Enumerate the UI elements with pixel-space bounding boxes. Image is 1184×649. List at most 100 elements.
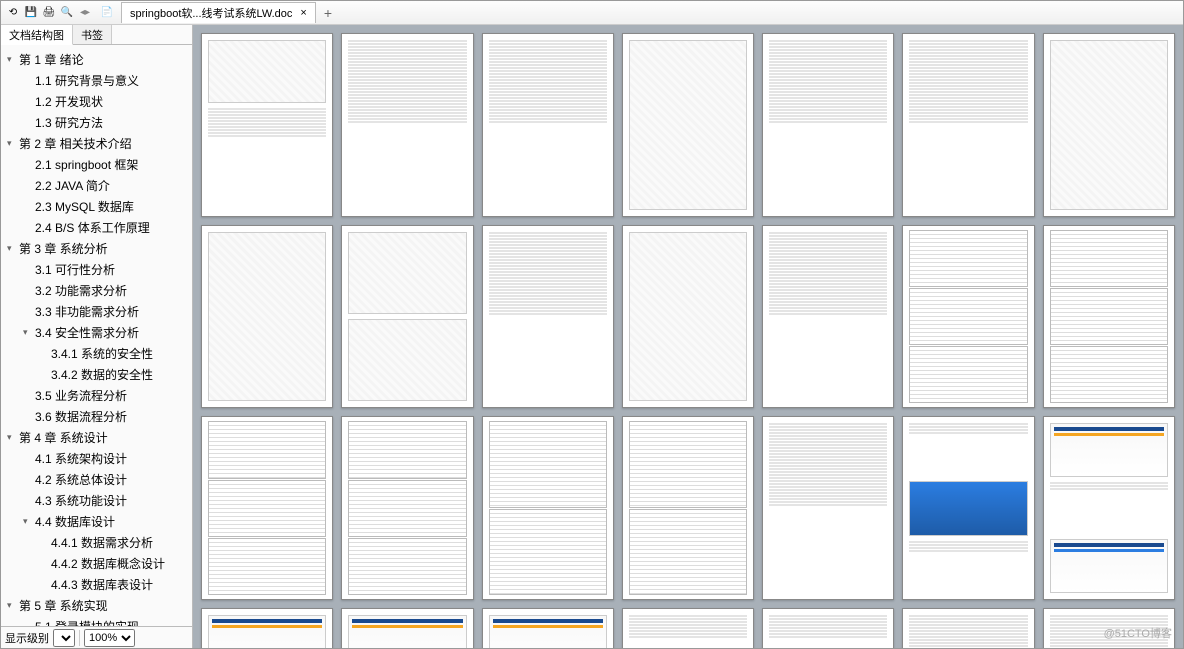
page-thumbnail[interactable]	[482, 608, 614, 648]
outline-item[interactable]: 4.1 系统架构设计	[3, 448, 190, 469]
outline-item[interactable]: 3.4.2 数据的安全性	[3, 364, 190, 385]
back-icon[interactable]: ⟲	[5, 5, 21, 21]
outline-item[interactable]: 3.4.1 系统的安全性	[3, 343, 190, 364]
outline-item[interactable]: 3.5 业务流程分析	[3, 385, 190, 406]
outline-item[interactable]: ▾3.4 安全性需求分析	[3, 322, 190, 343]
zoom-select[interactable]: 100%	[84, 629, 135, 647]
twisty-icon[interactable]: ▾	[23, 327, 33, 338]
outline-item[interactable]: ▾第 4 章 系统设计	[3, 427, 190, 448]
twisty-icon[interactable]: ▾	[7, 243, 17, 254]
outline-label: 4.4.1 数据需求分析	[51, 534, 153, 551]
twisty-icon[interactable]: ▾	[7, 54, 17, 65]
nav-icon[interactable]: ◂▸	[77, 5, 93, 21]
outline-item[interactable]: 1.3 研究方法	[3, 112, 190, 133]
outline-item[interactable]: 4.4.3 数据库表设计	[3, 574, 190, 595]
outline-label: 第 3 章 系统分析	[19, 240, 108, 257]
page-thumbnail[interactable]	[762, 416, 894, 600]
outline-label: 4.1 系统架构设计	[35, 450, 127, 467]
outline-item[interactable]: 4.4.1 数据需求分析	[3, 532, 190, 553]
level-select[interactable]	[53, 629, 75, 647]
outline-item[interactable]: ▾第 2 章 相关技术介绍	[3, 133, 190, 154]
page-thumbnail[interactable]	[902, 225, 1034, 409]
sidebar-tabs: 文档结构图 书签	[1, 25, 192, 45]
outline-item[interactable]: 4.4.2 数据库概念设计	[3, 553, 190, 574]
page-thumbnail[interactable]	[201, 33, 333, 217]
page-thumbnail[interactable]	[341, 416, 473, 600]
outline-item[interactable]: 3.1 可行性分析	[3, 259, 190, 280]
outline-item[interactable]: 4.2 系统总体设计	[3, 469, 190, 490]
thumbnail-view[interactable]	[193, 25, 1183, 648]
outline-item[interactable]: ▾第 1 章 绪论	[3, 49, 190, 70]
page-thumbnail[interactable]	[482, 225, 614, 409]
page-thumbnail[interactable]	[1043, 33, 1175, 217]
tab-outline[interactable]: 文档结构图	[1, 25, 73, 45]
page-thumbnail[interactable]	[341, 33, 473, 217]
page-thumbnail[interactable]	[201, 608, 333, 648]
outline-tree: ▾第 1 章 绪论1.1 研究背景与意义1.2 开发现状1.3 研究方法▾第 2…	[1, 45, 192, 626]
page-thumbnail[interactable]	[902, 608, 1034, 648]
outline-label: 2.1 springboot 框架	[35, 156, 138, 173]
outline-item[interactable]: 2.3 MySQL 数据库	[3, 196, 190, 217]
outline-item[interactable]: 2.4 B/S 体系工作原理	[3, 217, 190, 238]
page-thumbnail[interactable]	[201, 416, 333, 600]
outline-label: 5.1 登录模块的实现	[35, 618, 139, 626]
outline-item[interactable]: 3.2 功能需求分析	[3, 280, 190, 301]
twisty-icon[interactable]: ▾	[7, 432, 17, 443]
page-thumbnail[interactable]	[622, 608, 754, 648]
sidebar: 文档结构图 书签 ▾第 1 章 绪论1.1 研究背景与意义1.2 开发现状1.3…	[1, 25, 193, 648]
twisty-icon[interactable]: ▾	[7, 138, 17, 149]
outline-label: 1.2 开发现状	[35, 93, 103, 110]
level-label: 显示级别	[5, 630, 49, 646]
outline-label: 3.3 非功能需求分析	[35, 303, 139, 320]
page-thumbnail[interactable]	[622, 225, 754, 409]
outline-label: 第 5 章 系统实现	[19, 597, 108, 614]
twisty-icon[interactable]: ▾	[7, 600, 17, 611]
tab-bookmark[interactable]: 书签	[73, 25, 112, 44]
outline-label: 第 1 章 绪论	[19, 51, 84, 68]
outline-label: 3.4 安全性需求分析	[35, 324, 139, 341]
page-thumbnail[interactable]	[762, 608, 894, 648]
outline-item[interactable]: 2.1 springboot 框架	[3, 154, 190, 175]
tab-label: springboot软...线考试系统LW.doc	[130, 5, 292, 21]
watermark: @51CTO博客	[1104, 625, 1172, 641]
page-thumbnail[interactable]	[341, 608, 473, 648]
page-thumbnail[interactable]	[1043, 416, 1175, 600]
outline-item[interactable]: 1.1 研究背景与意义	[3, 70, 190, 91]
outline-item[interactable]: 4.3 系统功能设计	[3, 490, 190, 511]
page-thumbnail[interactable]	[622, 33, 754, 217]
page-thumbnail[interactable]	[341, 225, 473, 409]
page-thumbnail[interactable]	[482, 33, 614, 217]
titlebar: ⟲ 💾 🖨 🔍 ◂▸ 📄 springboot软...线考试系统LW.doc ×…	[1, 1, 1183, 25]
page-thumbnail[interactable]	[762, 225, 894, 409]
new-tab-button[interactable]: +	[324, 5, 332, 21]
outline-label: 1.1 研究背景与意义	[35, 72, 139, 89]
page-thumbnail[interactable]	[762, 33, 894, 217]
outline-label: 3.4.1 系统的安全性	[51, 345, 153, 362]
page-thumbnail[interactable]	[622, 416, 754, 600]
outline-item[interactable]: 5.1 登录模块的实现	[3, 616, 190, 626]
close-tab-icon[interactable]: ×	[300, 7, 306, 19]
page-thumbnail[interactable]	[902, 33, 1034, 217]
search-icon[interactable]: 🔍	[59, 5, 75, 21]
outline-item[interactable]: ▾4.4 数据库设计	[3, 511, 190, 532]
page-thumbnail[interactable]	[482, 416, 614, 600]
twisty-icon[interactable]: ▾	[23, 516, 33, 527]
thumbnail-grid	[201, 33, 1175, 648]
outline-label: 4.3 系统功能设计	[35, 492, 127, 509]
divider	[79, 630, 80, 646]
document-tab[interactable]: springboot软...线考试系统LW.doc ×	[121, 2, 316, 23]
outline-item[interactable]: 1.2 开发现状	[3, 91, 190, 112]
save-icon[interactable]: 💾	[23, 5, 39, 21]
page-thumbnail[interactable]	[201, 225, 333, 409]
outline-label: 1.3 研究方法	[35, 114, 103, 131]
outline-label: 3.5 业务流程分析	[35, 387, 127, 404]
outline-item[interactable]: 3.3 非功能需求分析	[3, 301, 190, 322]
outline-item[interactable]: ▾第 3 章 系统分析	[3, 238, 190, 259]
outline-item[interactable]: 2.2 JAVA 简介	[3, 175, 190, 196]
outline-label: 2.4 B/S 体系工作原理	[35, 219, 150, 236]
page-thumbnail[interactable]	[902, 416, 1034, 600]
print-icon[interactable]: 🖨	[41, 5, 57, 21]
outline-item[interactable]: 3.6 数据流程分析	[3, 406, 190, 427]
page-thumbnail[interactable]	[1043, 225, 1175, 409]
outline-item[interactable]: ▾第 5 章 系统实现	[3, 595, 190, 616]
